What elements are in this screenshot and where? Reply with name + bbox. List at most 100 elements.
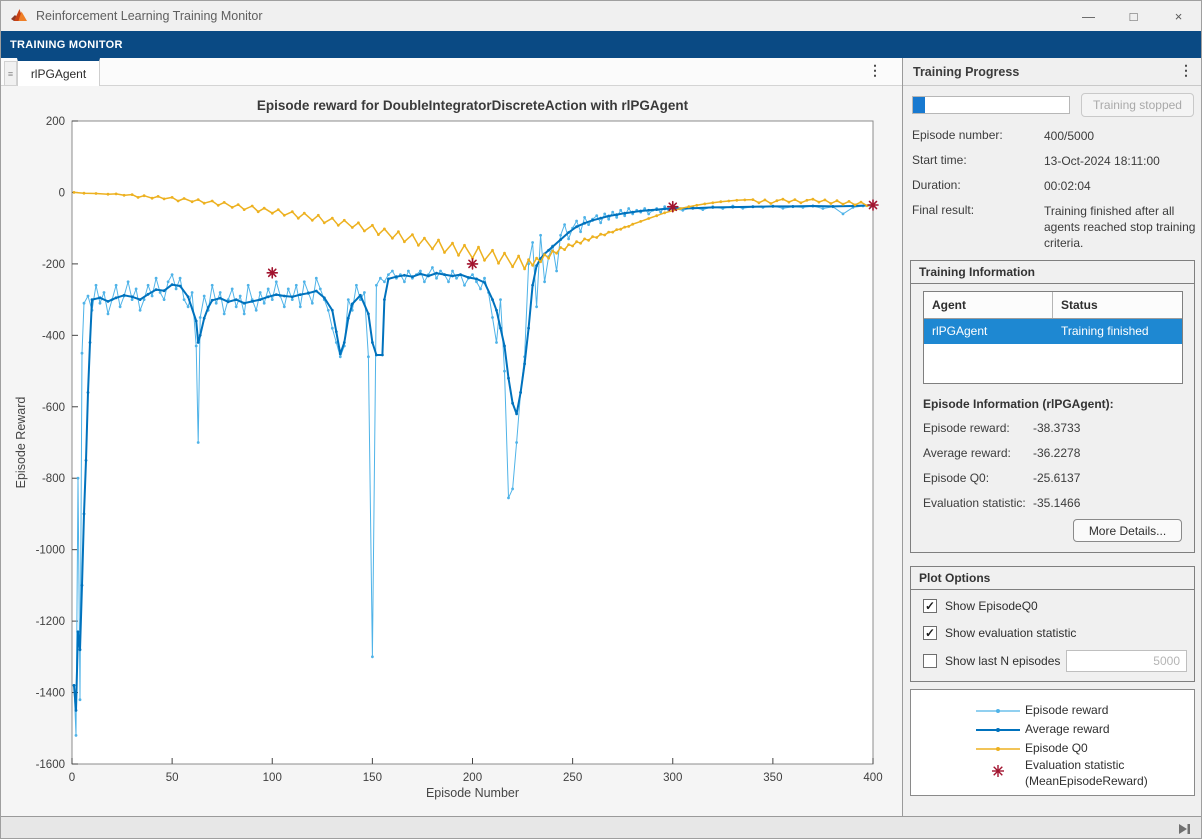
svg-text:-1000: -1000 — [36, 545, 65, 557]
svg-text:-400: -400 — [42, 330, 65, 342]
field-label: Final result: — [912, 203, 1044, 252]
training-progress-bar — [912, 96, 1070, 114]
progress-fill — [913, 97, 925, 113]
episode-q0-line-swatch — [975, 744, 1021, 754]
field-label: Start time: — [912, 153, 1044, 169]
show-evaluation-statistic-option: Show evaluation statistic — [923, 626, 1076, 640]
show-episodeq0-option: Show EpisodeQ0 — [923, 599, 1038, 613]
svg-text:Episode Reward: Episode Reward — [14, 397, 28, 489]
bottom-status-bar — [1, 816, 1201, 839]
show-episodeq0-checkbox[interactable] — [923, 599, 937, 613]
svg-text:-600: -600 — [42, 402, 65, 414]
episode-information-title: Episode Information (rlPGAgent): — [923, 397, 1114, 411]
episode-number-row: Episode number: 400/5000 — [912, 128, 1197, 144]
svg-text:0: 0 — [69, 772, 75, 784]
legend-label-line2: (MeanEpisodeReward) — [1025, 774, 1148, 788]
svg-text:-1400: -1400 — [36, 688, 65, 700]
legend-label-line1: Evaluation statistic — [1025, 758, 1124, 772]
checkbox-label: Show last N episodes — [945, 654, 1060, 668]
toolstrip-tab-training-monitor[interactable]: TRAINING MONITOR — [10, 39, 123, 51]
svg-text:-1200: -1200 — [36, 616, 65, 628]
show-last-n-episodes-checkbox[interactable] — [923, 654, 937, 668]
tab-options-menu-icon[interactable]: ⋮ — [866, 62, 884, 82]
training-chart[interactable]: Episode reward for DoubleIntegratorDiscr… — [1, 86, 902, 816]
matlab-logo-icon — [10, 8, 28, 24]
checkbox-label: Show evaluation statistic — [945, 626, 1076, 640]
episode-reward-stat: Episode reward: -38.3733 — [923, 421, 1183, 435]
svg-text:200: 200 — [463, 772, 482, 784]
final-result-row: Final result: Training finished after al… — [912, 203, 1197, 252]
group-title: Training Information — [911, 261, 1194, 284]
table-row[interactable]: rlPGAgent Training finished — [924, 319, 1182, 344]
table-header: Agent Status — [924, 292, 1182, 319]
toolstrip: TRAINING MONITOR — [1, 31, 1201, 58]
expand-panel-icon[interactable] — [1177, 823, 1192, 835]
svg-text:-200: -200 — [42, 259, 65, 271]
title-bar: Reinforcement Learning Training Monitor … — [1, 1, 1201, 31]
legend-label: Average reward — [1025, 722, 1110, 738]
panel-body: Training stopped Episode number: 400/500… — [903, 86, 1202, 792]
field-value: Training finished after all agents reach… — [1044, 203, 1196, 252]
duration-row: Duration: 00:02:04 — [912, 178, 1197, 194]
svg-text:-1600: -1600 — [36, 759, 65, 771]
show-evaluation-statistic-checkbox[interactable] — [923, 626, 937, 640]
stat-value: -25.6137 — [1033, 471, 1080, 485]
stat-label: Episode reward: — [923, 421, 1033, 435]
stat-label: Episode Q0: — [923, 471, 1033, 485]
svg-text:-800: -800 — [42, 473, 65, 485]
show-last-n-episodes-option: Show last N episodes — [923, 654, 1060, 668]
window-title: Reinforcement Learning Training Monitor — [36, 9, 263, 23]
svg-text:100: 100 — [263, 772, 282, 784]
episode-reward-line-swatch — [975, 706, 1021, 716]
chart-legend: Episode reward Average reward Episode Q0 — [910, 689, 1195, 796]
close-button[interactable]: × — [1156, 1, 1201, 31]
svg-text:300: 300 — [663, 772, 682, 784]
column-header-agent: Agent — [924, 292, 1053, 318]
field-value: 400/5000 — [1044, 128, 1196, 144]
checkbox-label: Show EpisodeQ0 — [945, 599, 1038, 613]
tab-rlpgagent[interactable]: rlPGAgent — [17, 58, 100, 86]
svg-text:400: 400 — [863, 772, 882, 784]
svg-text:350: 350 — [763, 772, 782, 784]
drag-handle-icon[interactable]: ≡ — [4, 61, 17, 86]
column-header-status: Status — [1053, 292, 1182, 318]
evaluation-statistic-stat: Evaluation statistic: -35.1466 — [923, 496, 1183, 510]
training-progress-panel: Training Progress ⋮ Training stopped Epi… — [902, 58, 1202, 816]
field-label: Episode number: — [912, 128, 1044, 144]
average-reward-line-swatch — [975, 725, 1021, 735]
start-time-row: Start time: 13-Oct-2024 18:11:00 — [912, 153, 1197, 169]
svg-text:150: 150 — [363, 772, 382, 784]
legend-label: Episode reward — [1025, 703, 1108, 719]
status-cell: Training finished — [1053, 319, 1182, 344]
app-window: Reinforcement Learning Training Monitor … — [0, 0, 1202, 839]
average-reward-stat: Average reward: -36.2278 — [923, 446, 1183, 460]
svg-text:50: 50 — [166, 772, 179, 784]
maximize-button[interactable]: □ — [1111, 1, 1156, 31]
legend-label: Evaluation statistic (MeanEpisodeReward) — [1025, 758, 1148, 789]
svg-text:250: 250 — [563, 772, 582, 784]
plot-options-group: Plot Options Show EpisodeQ0 Show evaluat… — [910, 566, 1195, 682]
legend-label: Episode Q0 — [1025, 741, 1088, 757]
more-details-button[interactable]: More Details... — [1073, 519, 1182, 542]
stat-label: Average reward: — [923, 446, 1033, 460]
stat-value: -35.1466 — [1033, 496, 1080, 510]
document-pane: ≡ rlPGAgent ⋮ Episode reward for DoubleI… — [1, 58, 902, 816]
agents-table: Agent Status rlPGAgent Training finished — [923, 291, 1183, 384]
svg-text:200: 200 — [46, 116, 65, 128]
training-information-group: Training Information Agent Status rlPGAg… — [910, 260, 1195, 553]
field-value: 13-Oct-2024 18:11:00 — [1044, 153, 1196, 169]
panel-options-menu-icon[interactable]: ⋮ — [1179, 62, 1193, 79]
minimize-button[interactable]: — — [1066, 1, 1111, 31]
group-title: Plot Options — [911, 567, 1194, 590]
last-n-episodes-input[interactable] — [1066, 650, 1187, 672]
svg-text:0: 0 — [59, 187, 65, 199]
tab-strip: ≡ rlPGAgent ⋮ — [1, 58, 902, 86]
agent-cell: rlPGAgent — [924, 319, 1053, 344]
field-value: 00:02:04 — [1044, 178, 1196, 194]
training-stopped-button[interactable]: Training stopped — [1081, 93, 1194, 117]
panel-title: Training Progress — [913, 65, 1019, 79]
stat-value: -36.2278 — [1033, 446, 1080, 460]
episode-q0-stat: Episode Q0: -25.6137 — [923, 471, 1183, 485]
svg-text:Episode Number: Episode Number — [426, 786, 519, 800]
stat-label: Evaluation statistic: — [923, 496, 1033, 510]
